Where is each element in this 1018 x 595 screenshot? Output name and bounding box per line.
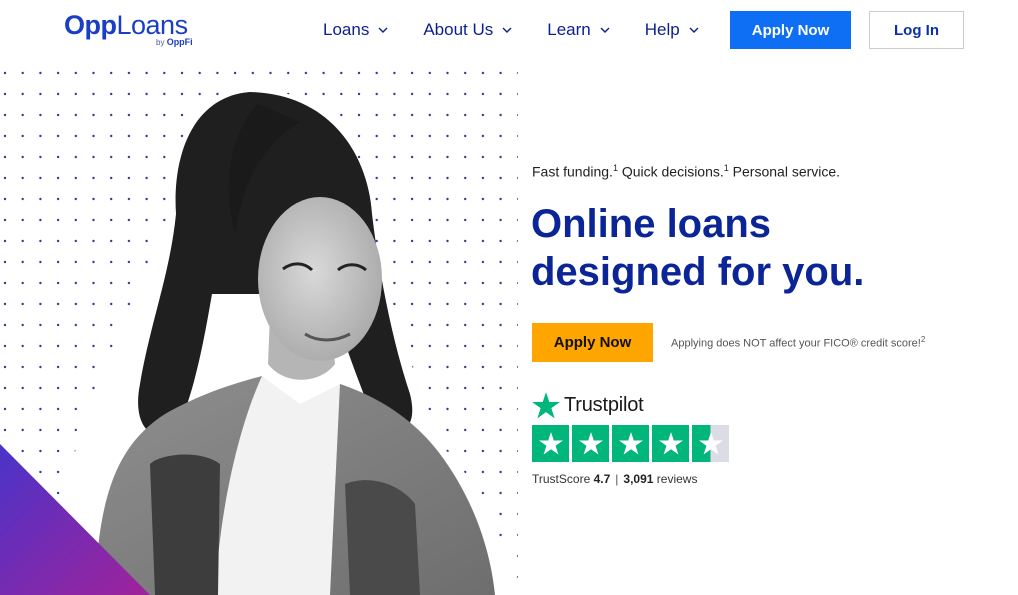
chevron-down-icon	[502, 27, 512, 33]
chevron-down-icon	[689, 27, 699, 33]
hero-tagline: Fast funding.1 Quick decisions.1 Persona…	[532, 163, 841, 180]
nav-item-learn[interactable]: Learn	[547, 20, 610, 40]
nav-item-help[interactable]: Help	[645, 20, 699, 40]
hero-headline: Online loans designed for you.	[531, 202, 865, 294]
trustpilot-name: Trustpilot	[564, 393, 644, 416]
logo-byline: by OppFi	[156, 37, 193, 47]
fico-disclaimer: Applying does NOT affect your FICO® cred…	[671, 335, 926, 350]
trustpilot-logo[interactable]: Trustpilot	[532, 390, 644, 420]
woman-portrait-image	[0, 89, 510, 595]
nav-item-loans[interactable]: Loans	[323, 20, 388, 40]
half-star-icon	[692, 425, 729, 462]
opploans-logo[interactable]: OppLoans by OppFi	[64, 10, 194, 50]
nav-label: Help	[644, 20, 680, 39]
login-button[interactable]: Log In	[869, 11, 964, 49]
hero-image-area	[0, 64, 518, 595]
nav-item-about-us[interactable]: About Us	[423, 20, 512, 40]
hero-apply-now-button[interactable]: Apply Now	[532, 323, 653, 362]
star-icon	[532, 425, 569, 462]
trustpilot-rating-stars[interactable]	[532, 425, 732, 462]
star-icon	[652, 425, 689, 462]
nav-label: About Us	[423, 20, 494, 39]
trustpilot-star-icon	[532, 391, 560, 418]
main-nav: Loans About Us Learn Help	[323, 0, 734, 60]
chevron-down-icon	[378, 27, 388, 33]
logo-wordmark: OppLoans	[64, 10, 188, 40]
site-header: OppLoans by OppFi Loans About Us Learn H…	[0, 0, 1018, 64]
chevron-down-icon	[600, 27, 610, 33]
trustscore-summary: TrustScore 4.7 | 3,091 reviews	[532, 472, 698, 486]
star-icon	[612, 425, 649, 462]
nav-label: Learn	[547, 20, 591, 39]
header-apply-now-button[interactable]: Apply Now	[730, 11, 851, 49]
star-icon	[572, 425, 609, 462]
nav-label: Loans	[323, 20, 370, 39]
